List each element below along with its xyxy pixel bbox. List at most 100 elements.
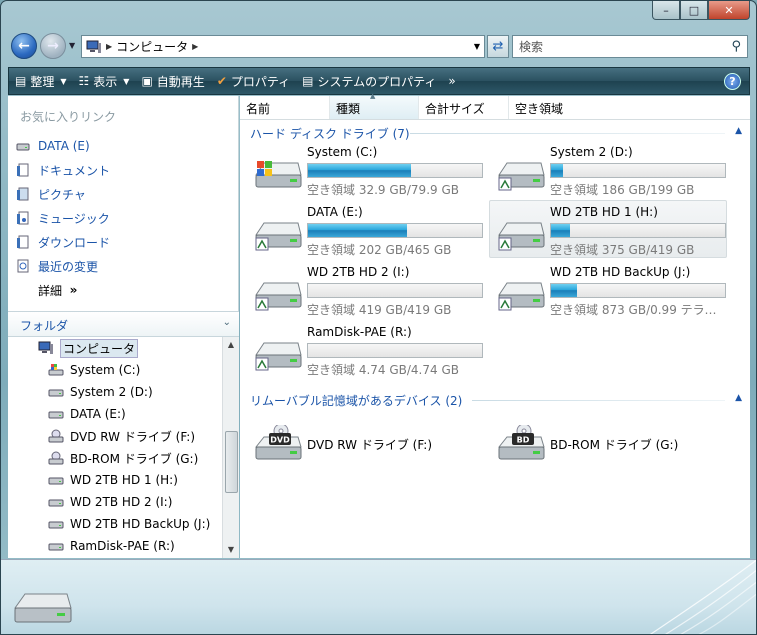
- organize-button[interactable]: ▤ 整理 ▼: [9, 68, 73, 94]
- breadcrumb-arrow-icon[interactable]: ▶: [106, 42, 112, 51]
- command-bar: ▤ 整理 ▼ ☷ 表示 ▼ ▣ 自動再生 ✔ プロパティ ▤ システムのプロパティ » ?: [8, 67, 750, 95]
- system-properties-button[interactable]: ▤ システムのプロパティ: [296, 68, 442, 94]
- tree-node-label: System (C:): [70, 363, 141, 377]
- free-space-text: 空き領域 873 GB/0.99 テラバイト: [550, 303, 728, 317]
- tree-node-drive[interactable]: DVD RW ドライブ (F:): [8, 425, 239, 447]
- search-input[interactable]: 検索 ⚲: [512, 35, 748, 58]
- tree-node-drive[interactable]: WD 2TB HD 1 (H:): [8, 469, 239, 491]
- free-space-text: 空き領域 202 GB/465 GB: [307, 243, 452, 257]
- favorite-link-downloads[interactable]: ダウンロード: [8, 230, 238, 254]
- optical-drive-tile[interactable]: BD BD-ROM ドライブ (G:): [489, 412, 727, 470]
- drive-tile[interactable]: DATA (E:) 空き領域 202 GB/465 GB: [246, 200, 484, 258]
- back-button[interactable]: ←: [11, 33, 37, 59]
- group-divider: [472, 400, 725, 401]
- drive-icon: [48, 477, 64, 485]
- favorite-link-pictures[interactable]: ピクチャ: [8, 182, 238, 206]
- drive-name: DVD RW ドライブ (F:): [307, 438, 433, 452]
- tree-node-drive[interactable]: WD 2TB HD 2 (I:): [8, 491, 239, 513]
- favorite-label: DATA (E): [38, 139, 90, 153]
- favorite-link-music[interactable]: ミュージック: [8, 206, 238, 230]
- drive-tile[interactable]: WD 2TB HD 1 (H:) 空き領域 375 GB/419 GB: [489, 200, 727, 258]
- address-dropdown-icon[interactable]: ▼: [474, 42, 480, 51]
- svg-text:DVD: DVD: [270, 436, 290, 445]
- help-icon[interactable]: ?: [724, 73, 741, 90]
- scroll-up-icon[interactable]: ▲: [223, 337, 239, 353]
- more-commands-button[interactable]: »: [442, 68, 461, 94]
- view-button[interactable]: ☷ 表示 ▼: [73, 68, 136, 94]
- refresh-button[interactable]: ⇄: [487, 35, 509, 58]
- maximize-button[interactable]: □: [680, 1, 708, 20]
- column-header-free-space[interactable]: 空き領域: [509, 96, 599, 119]
- drive-name: DATA (E:): [307, 205, 363, 219]
- tree-node-drive[interactable]: DATA (E:): [8, 403, 239, 425]
- tree-node-label: BD-ROM ドライブ (G:): [70, 451, 199, 466]
- tree-scrollbar[interactable]: ▲ ▼: [222, 337, 239, 558]
- decorative-swoosh: [649, 559, 756, 634]
- hard-drive-icon: [498, 222, 545, 251]
- usage-bar: [550, 223, 726, 238]
- drive-tile[interactable]: RamDisk-PAE (R:) 空き領域 4.74 GB/4.74 GB: [246, 320, 484, 378]
- minimize-button[interactable]: –: [652, 1, 680, 20]
- column-headers: 名前 ▲ 種類 合計サイズ 空き領域: [240, 92, 750, 120]
- properties-button[interactable]: ✔ プロパティ: [211, 68, 296, 94]
- optical-drive-icon: [48, 451, 64, 465]
- favorites-details-toggle[interactable]: 詳細 »: [8, 278, 238, 302]
- properties-label: プロパティ: [230, 74, 291, 89]
- usage-bar: [307, 283, 483, 298]
- usage-bar: [307, 163, 483, 178]
- address-bar[interactable]: ▶ コンピュータ ▶ ▼: [81, 35, 485, 58]
- svg-text:BD: BD: [517, 436, 530, 445]
- refresh-icon: ⇄: [492, 39, 504, 54]
- autoplay-button[interactable]: ▣ 自動再生: [135, 68, 210, 94]
- autoplay-icon: ▣: [141, 74, 153, 88]
- tree-node-drive[interactable]: WD 2TB HD BackUp (J:): [8, 513, 239, 535]
- drive-tile[interactable]: WD 2TB HD BackUp (J:) 空き領域 873 GB/0.99 テラ…: [489, 260, 728, 318]
- search-icon[interactable]: ⚲: [731, 39, 741, 54]
- downloads-icon: [17, 235, 29, 249]
- tree-node-drive[interactable]: System (C:): [8, 359, 239, 381]
- collapse-chevron-icon[interactable]: ▲: [735, 393, 742, 403]
- column-header-type[interactable]: ▲ 種類: [330, 92, 419, 119]
- recent-icon: [17, 259, 29, 273]
- drive-tile[interactable]: WD 2TB HD 2 (I:) 空き領域 419 GB/419 GB: [246, 260, 484, 318]
- drive-name: BD-ROM ドライブ (G:): [550, 438, 679, 452]
- tree-node-drive[interactable]: BD-ROM ドライブ (G:): [8, 447, 239, 469]
- drive-name: System (C:): [307, 145, 378, 159]
- recent-pages-dropdown-icon[interactable]: ▼: [69, 41, 75, 50]
- favorite-link-recent[interactable]: 最近の変更: [8, 254, 238, 278]
- tree-node-label: DATA (E:): [70, 407, 126, 421]
- forward-button[interactable]: →: [40, 33, 66, 59]
- column-header-name[interactable]: 名前: [240, 96, 330, 119]
- tree-node-computer[interactable]: コンピュータ: [8, 337, 239, 359]
- drive-tile[interactable]: System (C:) 空き領域 32.9 GB/79.9 GB: [246, 140, 484, 198]
- tree-node-drive[interactable]: System 2 (D:): [8, 381, 239, 403]
- breadcrumb-computer[interactable]: コンピュータ: [116, 38, 188, 55]
- favorite-link-data-e[interactable]: DATA (E): [8, 134, 238, 158]
- folders-header[interactable]: フォルダ ⌄: [8, 311, 239, 337]
- collapse-chevron-icon[interactable]: ▲: [735, 126, 742, 136]
- breadcrumb-arrow-icon[interactable]: ▶: [192, 42, 198, 51]
- back-arrow-icon: ←: [18, 38, 30, 54]
- scroll-down-icon[interactable]: ▼: [223, 542, 239, 558]
- favorite-link-documents[interactable]: ドキュメント: [8, 158, 238, 182]
- free-space-text: 空き領域 32.9 GB/79.9 GB: [307, 183, 459, 197]
- chevron-down-icon: ▼: [123, 76, 130, 86]
- close-button[interactable]: ✕: [708, 1, 750, 20]
- tree-node-drive[interactable]: RamDisk-PAE (R:): [8, 535, 239, 557]
- autoplay-label: 自動再生: [156, 74, 205, 89]
- optical-drive-icon: BD: [497, 425, 545, 460]
- optical-drive-icon: [48, 429, 64, 443]
- scroll-thumb[interactable]: [225, 431, 238, 493]
- chevron-down-icon: ▼: [60, 76, 67, 86]
- usage-bar-fill: [308, 224, 408, 237]
- optical-drive-tile[interactable]: DVD DVD RW ドライブ (F:): [246, 412, 484, 470]
- hard-drive-icon: [255, 342, 302, 371]
- usage-bar-fill: [551, 284, 578, 297]
- column-header-total-size[interactable]: 合計サイズ: [419, 96, 509, 119]
- checkmark-icon: ✔: [216, 74, 227, 88]
- favorite-label: 最近の変更: [38, 259, 99, 274]
- hard-drive-icon: [498, 162, 545, 191]
- group-header-removable[interactable]: リムーバブル記憶域があるデバイス (2): [250, 392, 462, 410]
- sort-arrow-icon: ▲: [370, 92, 376, 100]
- drive-tile[interactable]: System 2 (D:) 空き領域 186 GB/199 GB: [489, 140, 727, 198]
